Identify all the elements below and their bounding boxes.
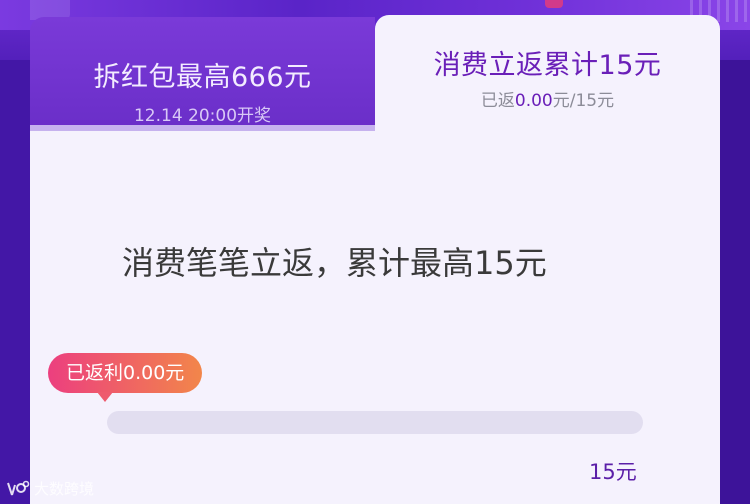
cashback-headline: 消费笔笔立返，累计最高15元 (122, 244, 547, 282)
tab-cashback-title: 消费立返累计15元 (433, 50, 662, 81)
returned-amount: 0.00 (514, 91, 553, 111)
watermark-logo-icon (7, 480, 30, 495)
decor-accent (545, 0, 563, 8)
watermark-text: 大数跨境 (34, 480, 95, 498)
content-panel (30, 131, 720, 504)
cashback-progress-bar (107, 411, 643, 434)
tab-red-packet-title: 拆红包最高666元 (93, 62, 312, 93)
tab-cashback[interactable]: 消费立返累计15元 已返0.00元/15元 (375, 15, 720, 133)
returned-prefix: 已返 (480, 91, 515, 111)
progress-goal-label: 15元 (589, 460, 637, 484)
returned-badge: 已返利0.00元 (48, 353, 203, 393)
badge-pointer (97, 392, 113, 402)
returned-suffix: 元/15元 (552, 91, 615, 111)
watermark: 大数跨境 (6, 478, 94, 499)
tab-cashback-status: 已返0.00元/15元 (375, 86, 720, 111)
tab-red-packet[interactable]: 拆红包最高666元 12.14 20:00开奖 (30, 17, 375, 131)
tab-red-packet-subtitle: 12.14 20:00开奖 (133, 106, 272, 126)
